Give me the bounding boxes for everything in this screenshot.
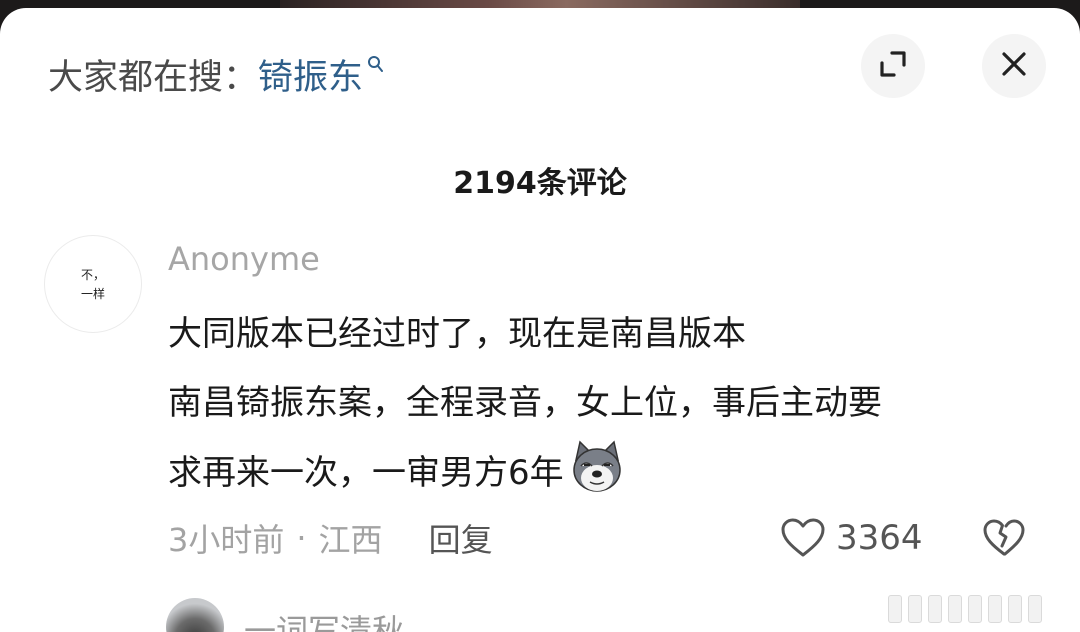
broken-heart-icon bbox=[982, 518, 1026, 562]
reply-button[interactable]: 回复 bbox=[429, 515, 493, 561]
heart-icon bbox=[780, 517, 826, 559]
avatar[interactable]: 不， 一样 bbox=[44, 235, 142, 333]
comment-text-line: 求再来一次，一审男方6年 bbox=[168, 453, 564, 493]
comments-sheet: 大家都在搜： 锜振东 2194条评论 不， 一样 Anonyme 大同版本已经过… bbox=[0, 8, 1080, 632]
search-suggestion[interactable]: 大家都在搜： 锜振东 bbox=[48, 44, 385, 104]
meta-separator: · bbox=[296, 519, 307, 557]
comment-location: 江西 bbox=[318, 521, 383, 559]
watermark-bar bbox=[888, 595, 902, 623]
comment-text: 大同版本已经过时了，现在是南昌版本 南昌锜振东案，全程录音，女上位，事后主动要 … bbox=[168, 300, 1048, 507]
watermark-bar bbox=[1008, 595, 1022, 623]
watermark-bar bbox=[968, 595, 982, 623]
expand-button[interactable] bbox=[861, 34, 925, 98]
search-suggestion-prefix: 大家都在搜： bbox=[48, 57, 259, 98]
like-count: 3364 bbox=[836, 518, 923, 558]
comment-meta: 3小时前 · 江西 回复 bbox=[168, 513, 493, 563]
watermark-bar bbox=[948, 595, 962, 623]
next-comment-username[interactable]: 一词写清秋 bbox=[244, 606, 404, 632]
search-icon bbox=[367, 55, 385, 75]
comment-count-title: 2194条评论 bbox=[453, 166, 627, 201]
close-icon bbox=[999, 49, 1029, 83]
next-comment-avatar[interactable] bbox=[166, 598, 224, 632]
avatar-text: 一样 bbox=[80, 287, 105, 301]
like-button[interactable]: 3364 bbox=[780, 513, 923, 563]
comment-time: 3小时前 bbox=[168, 521, 285, 559]
search-suggestion-term[interactable]: 锜振东 bbox=[258, 49, 363, 100]
avatar-text: 不， bbox=[80, 268, 105, 282]
watermark-bar bbox=[988, 595, 1002, 623]
comment-text-line: 南昌锜振东案，全程录音，女上位，事后主动要 bbox=[168, 383, 882, 423]
comment-text-line-last: 求再来一次，一审男方6年 bbox=[168, 438, 1048, 507]
watermark-bar bbox=[1028, 595, 1042, 623]
watermark-bar bbox=[908, 595, 922, 623]
watermark-bars bbox=[862, 592, 1042, 626]
close-button[interactable] bbox=[982, 34, 1046, 98]
comment-username[interactable]: Anonyme bbox=[168, 240, 320, 278]
expand-icon bbox=[876, 47, 910, 85]
watermark-bar bbox=[928, 595, 942, 623]
dog-face-emoji-icon bbox=[568, 438, 626, 496]
comment-text-line: 大同版本已经过时了，现在是南昌版本 bbox=[168, 314, 746, 354]
dislike-button[interactable] bbox=[982, 518, 1026, 562]
